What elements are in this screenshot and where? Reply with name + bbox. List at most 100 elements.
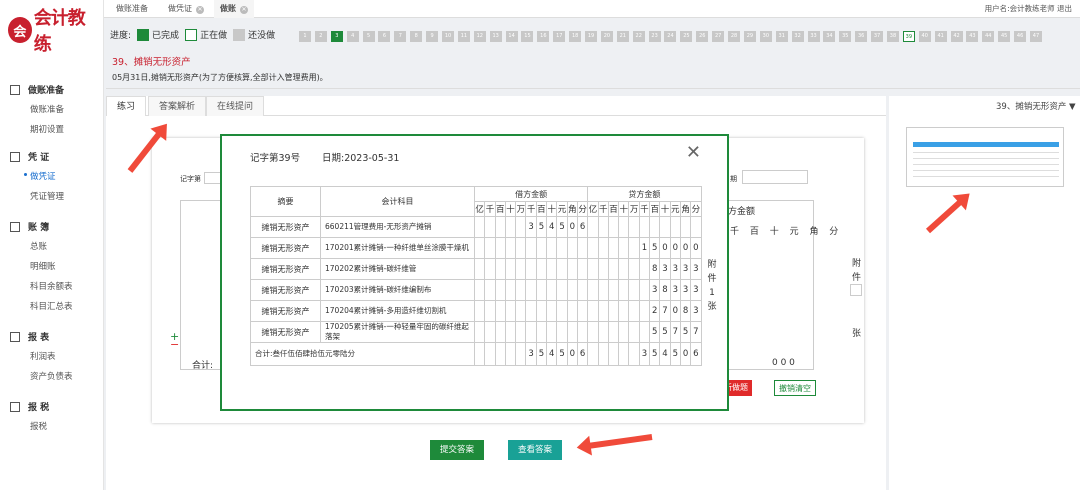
question-number-47[interactable]: 47: [1029, 31, 1042, 42]
sidebar-item[interactable]: 利润表: [30, 350, 56, 362]
tab-prep[interactable]: 做账准备: [110, 0, 154, 18]
nav-section-1[interactable]: 凭 证: [10, 150, 49, 163]
credit-digit: [628, 279, 640, 301]
question-number-14[interactable]: 14: [505, 31, 518, 42]
question-number-13[interactable]: 13: [489, 31, 502, 42]
voucher-thumbnail[interactable]: [906, 127, 1064, 187]
date-input[interactable]: [742, 170, 808, 184]
question-number-11[interactable]: 11: [457, 31, 470, 42]
logout-link[interactable]: 退出: [1057, 4, 1072, 13]
question-number-8[interactable]: 8: [410, 31, 423, 42]
question-number-10[interactable]: 10: [442, 31, 455, 42]
question-number-26[interactable]: 26: [696, 31, 709, 42]
question-number-17[interactable]: 17: [553, 31, 566, 42]
question-number-6[interactable]: 6: [378, 31, 391, 42]
row-summary: 摊销无形资产: [250, 300, 321, 322]
sidebar-item[interactable]: 报税: [30, 420, 47, 432]
nav-section-4[interactable]: 报 税: [10, 400, 49, 413]
question-number-18[interactable]: 18: [569, 31, 582, 42]
table-row: 摊销无形资产 170205累计摊销-一种轻量牢固的碳纤维起落架 5 5 7 5 7: [250, 321, 702, 343]
tab-accounting[interactable]: 做账 ✕: [214, 0, 254, 18]
tab-online-question[interactable]: 在线提问: [206, 96, 265, 116]
credit-digit: [628, 216, 640, 238]
question-select[interactable]: 39、摊销无形资产 ▼: [996, 100, 1076, 112]
sidebar-item[interactable]: 科目余额表: [30, 280, 73, 292]
question-number-29[interactable]: 29: [743, 31, 756, 42]
question-number-45[interactable]: 45: [998, 31, 1011, 42]
nav-section-0[interactable]: 做账准备: [10, 83, 64, 96]
clear-button[interactable]: 撤销清空: [774, 380, 816, 396]
question-number-16[interactable]: 16: [537, 31, 550, 42]
debit-digit: [494, 237, 506, 259]
question-number-7[interactable]: 7: [394, 31, 407, 42]
question-number-42[interactable]: 42: [950, 31, 963, 42]
sidebar-item[interactable]: 凭证管理: [30, 190, 64, 202]
remove-row-icon[interactable]: −: [170, 338, 179, 351]
credit-digit: 8: [659, 279, 671, 301]
credit-digit: [587, 321, 599, 343]
close-icon[interactable]: ✕: [686, 144, 701, 162]
sidebar-item[interactable]: 明细账: [30, 260, 56, 272]
question-number-5[interactable]: 5: [362, 31, 375, 42]
submit-answer-button[interactable]: 提交答案: [430, 440, 485, 460]
question-number-19[interactable]: 19: [585, 31, 598, 42]
question-number-9[interactable]: 9: [426, 31, 439, 42]
sidebar-item[interactable]: 资产负债表: [30, 370, 73, 382]
question-number-23[interactable]: 23: [648, 31, 661, 42]
question-number-12[interactable]: 12: [473, 31, 486, 42]
sidebar-item[interactable]: 总账: [30, 240, 47, 252]
sidebar-item[interactable]: 科目汇总表: [30, 300, 73, 312]
question-number-40[interactable]: 40: [918, 31, 931, 42]
credit-digit: 0: [679, 237, 692, 259]
question-number-41[interactable]: 41: [934, 31, 947, 42]
debit-digit: 5: [556, 216, 568, 238]
nav-section-3[interactable]: 报 表: [10, 330, 49, 343]
attach-count-input[interactable]: [850, 284, 862, 296]
close-icon[interactable]: ✕: [196, 6, 204, 14]
question-number-21[interactable]: 21: [616, 31, 629, 42]
question-number-4[interactable]: 4: [346, 31, 359, 42]
nav-section-2[interactable]: 账 簿: [10, 220, 49, 233]
debit-digit: [525, 321, 537, 343]
tab-answer-analysis[interactable]: 答案解析: [148, 96, 207, 116]
sidebar-item[interactable]: 期初设置: [30, 123, 64, 135]
sidebar-item[interactable]: 做账准备: [30, 103, 64, 115]
debit-digit: [566, 300, 578, 322]
header-debit: 借方金额: [473, 186, 589, 202]
question-number-46[interactable]: 46: [1014, 31, 1027, 42]
question-number-22[interactable]: 22: [632, 31, 645, 42]
question-number-32[interactable]: 32: [791, 31, 804, 42]
question-number-31[interactable]: 31: [775, 31, 788, 42]
close-icon[interactable]: ✕: [240, 6, 248, 14]
question-number-43[interactable]: 43: [966, 31, 979, 42]
debit-digit: [473, 237, 486, 259]
question-number-36[interactable]: 36: [855, 31, 868, 42]
question-number-1[interactable]: 1: [299, 31, 311, 42]
sidebar-item[interactable]: 做凭证: [24, 170, 56, 182]
credit-digit: [597, 237, 609, 259]
question-number-44[interactable]: 44: [982, 31, 995, 42]
tab-practice[interactable]: 练习: [106, 96, 147, 116]
question-number-15[interactable]: 15: [521, 31, 534, 42]
question-number-24[interactable]: 24: [664, 31, 677, 42]
question-number-27[interactable]: 27: [712, 31, 725, 42]
view-answer-button[interactable]: 查看答案: [508, 440, 563, 460]
question-number-35[interactable]: 35: [839, 31, 852, 42]
question-number-28[interactable]: 28: [728, 31, 741, 42]
question-number-3[interactable]: 3: [330, 31, 343, 42]
question-number-25[interactable]: 25: [680, 31, 693, 42]
question-number-39[interactable]: 39: [902, 31, 915, 42]
question-number-38[interactable]: 38: [886, 31, 899, 42]
doc-icon: [10, 84, 20, 95]
question-number-33[interactable]: 33: [807, 31, 820, 42]
total-digit: 4: [546, 342, 558, 366]
unit-header: 万: [515, 201, 527, 217]
question-number-37[interactable]: 37: [871, 31, 884, 42]
question-number-34[interactable]: 34: [823, 31, 836, 42]
total-digit: [597, 342, 609, 366]
question-number-30[interactable]: 30: [759, 31, 772, 42]
question-number-2[interactable]: 2: [314, 31, 327, 42]
total-digit: 3: [525, 342, 537, 366]
question-number-20[interactable]: 20: [600, 31, 613, 42]
tab-voucher[interactable]: 做凭证 ✕: [162, 0, 210, 18]
